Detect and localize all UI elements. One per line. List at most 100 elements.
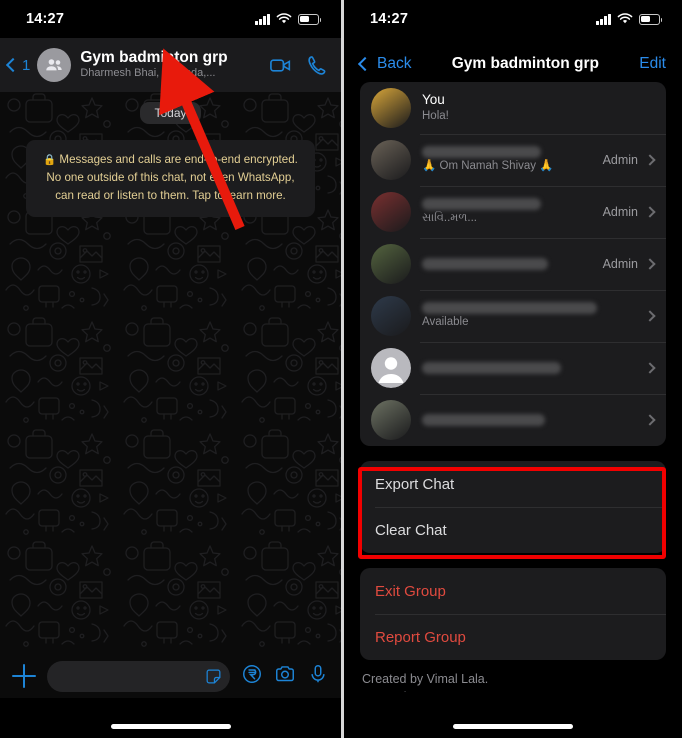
unread-badge: 1 xyxy=(22,56,31,74)
group-info-screen: 14:27 Back Gym badminton grp Edit You Hol… xyxy=(341,0,682,738)
chat-title: Gym badminton grp xyxy=(80,49,228,67)
member-name-redacted xyxy=(422,414,546,426)
member-name-redacted xyxy=(422,362,561,374)
message-input-bar xyxy=(0,654,341,698)
member-row[interactable] xyxy=(360,394,666,446)
created-on-text: Created 31 May 2019. xyxy=(362,688,664,692)
date-separator: Today xyxy=(140,102,201,124)
camera-button[interactable] xyxy=(274,663,296,690)
page-title: Gym badminton grp xyxy=(451,55,599,72)
member-text: You Hola! xyxy=(422,92,654,124)
chevron-right-icon xyxy=(644,414,656,426)
status-bar-right: 14:27 xyxy=(344,0,682,38)
member-avatar xyxy=(371,400,411,440)
member-text xyxy=(422,414,646,426)
member-text: 🙏 Om Namah Shivay 🙏 xyxy=(422,146,603,174)
status-indicators xyxy=(255,13,322,25)
member-name: You xyxy=(422,92,445,107)
status-time: 14:27 xyxy=(26,11,65,27)
member-avatar xyxy=(371,140,411,180)
chat-header: 1 Gym badminton grp Dharmesh Bhai, Govin… xyxy=(0,38,341,92)
member-name-redacted xyxy=(422,198,542,211)
chevron-right-icon xyxy=(644,206,656,218)
member-avatar xyxy=(371,192,411,232)
battery-icon xyxy=(298,13,322,25)
chat-action-item[interactable]: Clear Chat xyxy=(360,507,666,553)
message-input[interactable] xyxy=(47,660,230,692)
status-indicators xyxy=(596,13,663,25)
home-indicator-left xyxy=(110,724,231,729)
encryption-notice-text: Messages and calls are end-to-end encryp… xyxy=(46,153,298,202)
chevron-right-icon xyxy=(644,362,656,374)
cellular-signal-icon xyxy=(255,13,270,25)
phone-icon[interactable] xyxy=(306,54,329,77)
battery-icon xyxy=(639,13,663,25)
danger-action-item[interactable]: Exit Group xyxy=(360,568,666,614)
chat-message-area: Today 🔒 Messages and calls are end-to-en… xyxy=(0,92,341,654)
edit-button[interactable]: Edit xyxy=(639,55,666,73)
microphone-icon xyxy=(311,664,325,682)
lock-icon: 🔒 xyxy=(43,154,57,166)
wifi-icon xyxy=(617,13,633,24)
encryption-notice[interactable]: 🔒 Messages and calls are end-to-end encr… xyxy=(26,140,315,217)
member-row[interactable]: Available xyxy=(360,290,666,342)
created-by-text: Created by Vimal Lala. xyxy=(362,672,489,686)
member-role-label: Admin xyxy=(602,205,638,219)
chevron-right-icon xyxy=(644,258,656,270)
home-indicator-right xyxy=(453,724,573,729)
danger-actions-card: Exit Group Report Group xyxy=(360,568,666,660)
chevron-left-icon xyxy=(357,56,373,72)
chat-action-item[interactable]: Export Chat xyxy=(360,461,666,507)
member-status: 🙏 Om Namah Shivay 🙏 xyxy=(422,160,554,173)
group-footer: Created by Vimal Lala. Created 31 May 20… xyxy=(362,670,664,692)
status-time: 14:27 xyxy=(370,11,409,27)
wifi-icon xyxy=(276,13,292,24)
back-button[interactable]: Back xyxy=(357,55,412,73)
group-info-content: You Hola! 🙏 Om Namah Shivay 🙏 Admin સાવિ..મળ… xyxy=(344,82,682,692)
member-row[interactable]: 🙏 Om Namah Shivay 🙏 Admin xyxy=(360,134,666,186)
header-actions xyxy=(269,54,329,77)
member-row[interactable]: You Hola! xyxy=(360,82,666,134)
chat-screen: 14:27 1 Gym badminton grp Dharmesh Bhai,… xyxy=(0,0,341,738)
sticker-icon[interactable] xyxy=(204,667,223,686)
member-avatar xyxy=(371,88,411,128)
people-icon xyxy=(46,58,62,70)
member-text: સાવિ..મળ... xyxy=(422,198,603,226)
cellular-signal-icon xyxy=(596,13,611,25)
back-button[interactable]: 1 xyxy=(5,56,31,74)
chevron-right-icon xyxy=(644,310,656,322)
member-text xyxy=(422,258,603,270)
dual-screenshot: 14:27 1 Gym badminton grp Dharmesh Bhai,… xyxy=(0,0,682,738)
attach-plus-icon[interactable] xyxy=(12,664,36,688)
rupee-icon xyxy=(243,664,261,683)
member-role-label: Admin xyxy=(602,153,638,167)
member-avatar xyxy=(371,244,411,284)
group-header-title[interactable]: Gym badminton grp Dharmesh Bhai, Govinda… xyxy=(80,49,262,81)
status-bar-left: 14:27 xyxy=(0,0,341,38)
member-status: Hola! xyxy=(422,110,449,123)
chat-actions-card: Export Chat Clear Chat xyxy=(360,461,666,553)
member-text xyxy=(422,362,646,374)
member-name-redacted xyxy=(422,146,542,159)
member-status: Available xyxy=(422,316,469,329)
group-avatar[interactable] xyxy=(37,48,72,82)
chat-members-preview: Dharmesh Bhai, Govinda,... xyxy=(80,67,216,80)
member-text: Available xyxy=(422,302,646,330)
member-role-label: Admin xyxy=(602,257,638,271)
member-name-redacted xyxy=(422,302,597,315)
mic-button[interactable] xyxy=(307,663,329,690)
back-label: Back xyxy=(377,55,412,72)
members-card: You Hola! 🙏 Om Namah Shivay 🙏 Admin સાવિ..મળ… xyxy=(360,82,666,446)
video-camera-icon[interactable] xyxy=(269,54,292,77)
chevron-right-icon xyxy=(644,154,656,166)
payment-button[interactable] xyxy=(241,663,263,690)
danger-action-item[interactable]: Report Group xyxy=(360,614,666,660)
member-row[interactable] xyxy=(360,342,666,394)
member-avatar xyxy=(371,348,411,388)
member-row[interactable]: સાવિ..મળ... Admin xyxy=(360,186,666,238)
member-avatar xyxy=(371,296,411,336)
chevron-left-icon xyxy=(5,57,21,73)
member-status: સાવિ..મળ... xyxy=(422,212,477,225)
member-row[interactable]: Admin xyxy=(360,238,666,290)
camera-icon xyxy=(276,665,294,681)
